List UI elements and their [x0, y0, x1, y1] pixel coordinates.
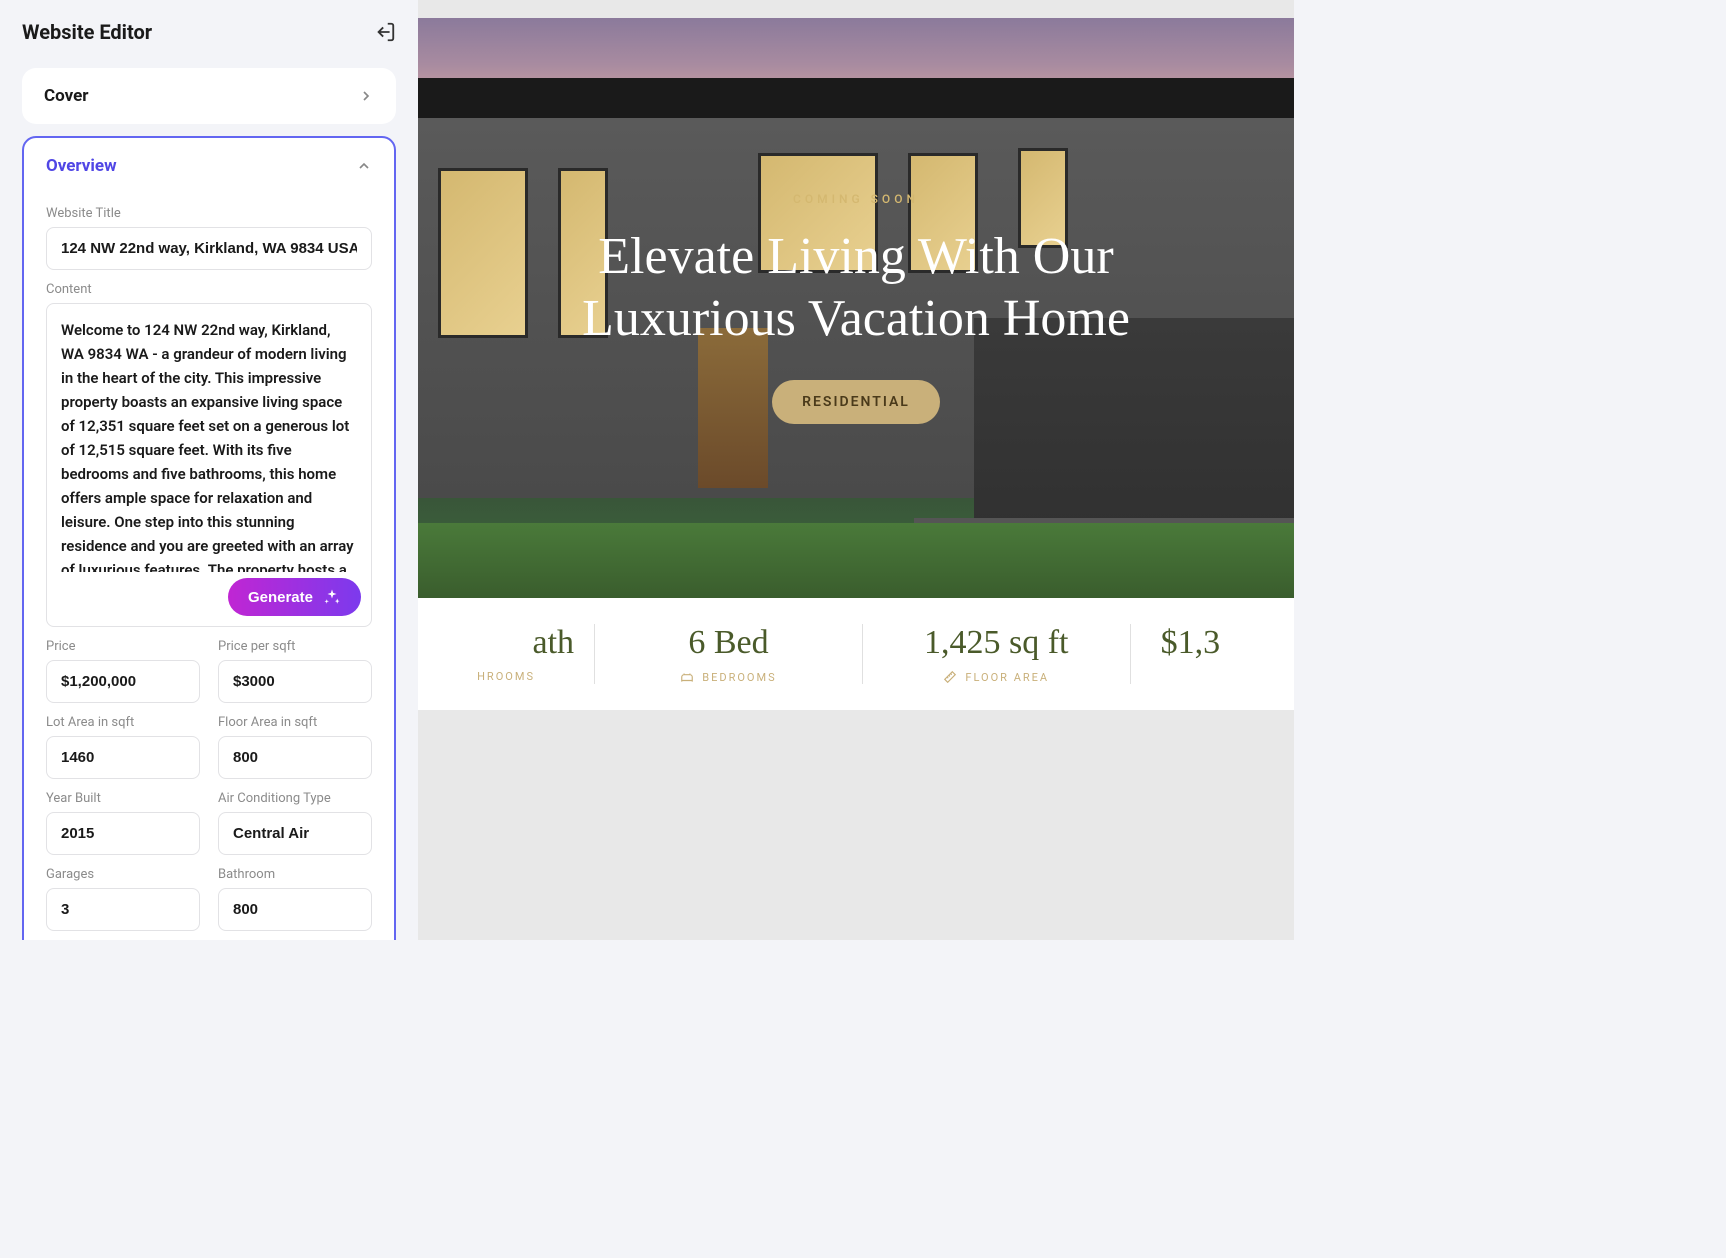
ac-type-input[interactable]	[218, 812, 372, 855]
content-label: Content	[46, 282, 372, 297]
website-preview: COMING SOON Elevate Living With Our Luxu…	[418, 0, 1294, 940]
editor-sidebar: Website Editor Cover Overview Website Ti…	[0, 0, 418, 940]
floor-area-input[interactable]	[218, 736, 372, 779]
lot-area-label: Lot Area in sqft	[46, 715, 200, 730]
price-label: Price	[46, 639, 200, 654]
content-textarea[interactable]: Welcome to 124 NW 22nd way, Kirkland, WA…	[47, 304, 371, 572]
bathroom-input[interactable]	[218, 888, 372, 931]
stat-bath: ath HROOMS	[418, 624, 595, 684]
ac-type-label: Air Conditiong Type	[218, 791, 372, 806]
exit-icon[interactable]	[374, 21, 396, 43]
price-per-sqft-label: Price per sqft	[218, 639, 372, 654]
hero-title-line-1: Elevate Living With Our	[582, 226, 1130, 288]
lot-area-input[interactable]	[46, 736, 200, 779]
chevron-right-icon	[358, 88, 374, 104]
stats-bar: ath HROOMS 6 Bed BEDROOMS 1,425 sq ft FL…	[418, 598, 1294, 710]
price-input[interactable]	[46, 660, 200, 703]
year-built-input[interactable]	[46, 812, 200, 855]
stat-bed-value: 6 Bed	[615, 624, 842, 662]
panel-cover[interactable]: Cover	[22, 68, 396, 124]
ruler-icon	[943, 670, 957, 684]
residential-badge: RESIDENTIAL	[772, 380, 940, 424]
bathroom-label: Bathroom	[218, 867, 372, 882]
stat-area-label: FLOOR AREA	[965, 671, 1049, 684]
hero-title: Elevate Living With Our Luxurious Vacati…	[582, 226, 1130, 351]
stat-bath-value: ath	[438, 624, 574, 662]
stat-area-value: 1,425 sq ft	[883, 624, 1110, 662]
sparkle-icon	[323, 588, 341, 606]
website-title-label: Website Title	[46, 206, 372, 221]
generate-label: Generate	[248, 589, 313, 606]
garages-label: Garages	[46, 867, 200, 882]
hero-section: COMING SOON Elevate Living With Our Luxu…	[418, 18, 1294, 598]
floor-area-label: Floor Area in sqft	[218, 715, 372, 730]
bed-icon	[680, 670, 694, 684]
garages-input[interactable]	[46, 888, 200, 931]
stat-price-label	[1161, 670, 1274, 683]
price-per-sqft-input[interactable]	[218, 660, 372, 703]
panel-overview-header[interactable]: Overview	[24, 138, 394, 194]
chevron-up-icon	[356, 158, 372, 174]
stat-bed: 6 Bed BEDROOMS	[595, 624, 863, 684]
preview-top-bar	[418, 0, 1294, 18]
sidebar-title: Website Editor	[22, 20, 152, 44]
stat-price: $1,3	[1131, 624, 1294, 684]
stat-area: 1,425 sq ft FLOOR AREA	[863, 624, 1131, 684]
stat-bath-label: HROOMS	[438, 670, 574, 683]
stat-bed-label: BEDROOMS	[702, 671, 776, 684]
panel-overview: Overview Website Title Content Welcome t…	[22, 136, 396, 940]
stat-price-value: $1,3	[1161, 624, 1274, 662]
website-title-input[interactable]	[46, 227, 372, 270]
hero-title-line-2: Luxurious Vacation Home	[582, 288, 1130, 350]
generate-button[interactable]: Generate	[228, 578, 361, 616]
panel-overview-title: Overview	[46, 156, 117, 176]
panel-cover-title: Cover	[44, 86, 89, 106]
coming-soon-label: COMING SOON	[793, 192, 919, 206]
year-built-label: Year Built	[46, 791, 200, 806]
